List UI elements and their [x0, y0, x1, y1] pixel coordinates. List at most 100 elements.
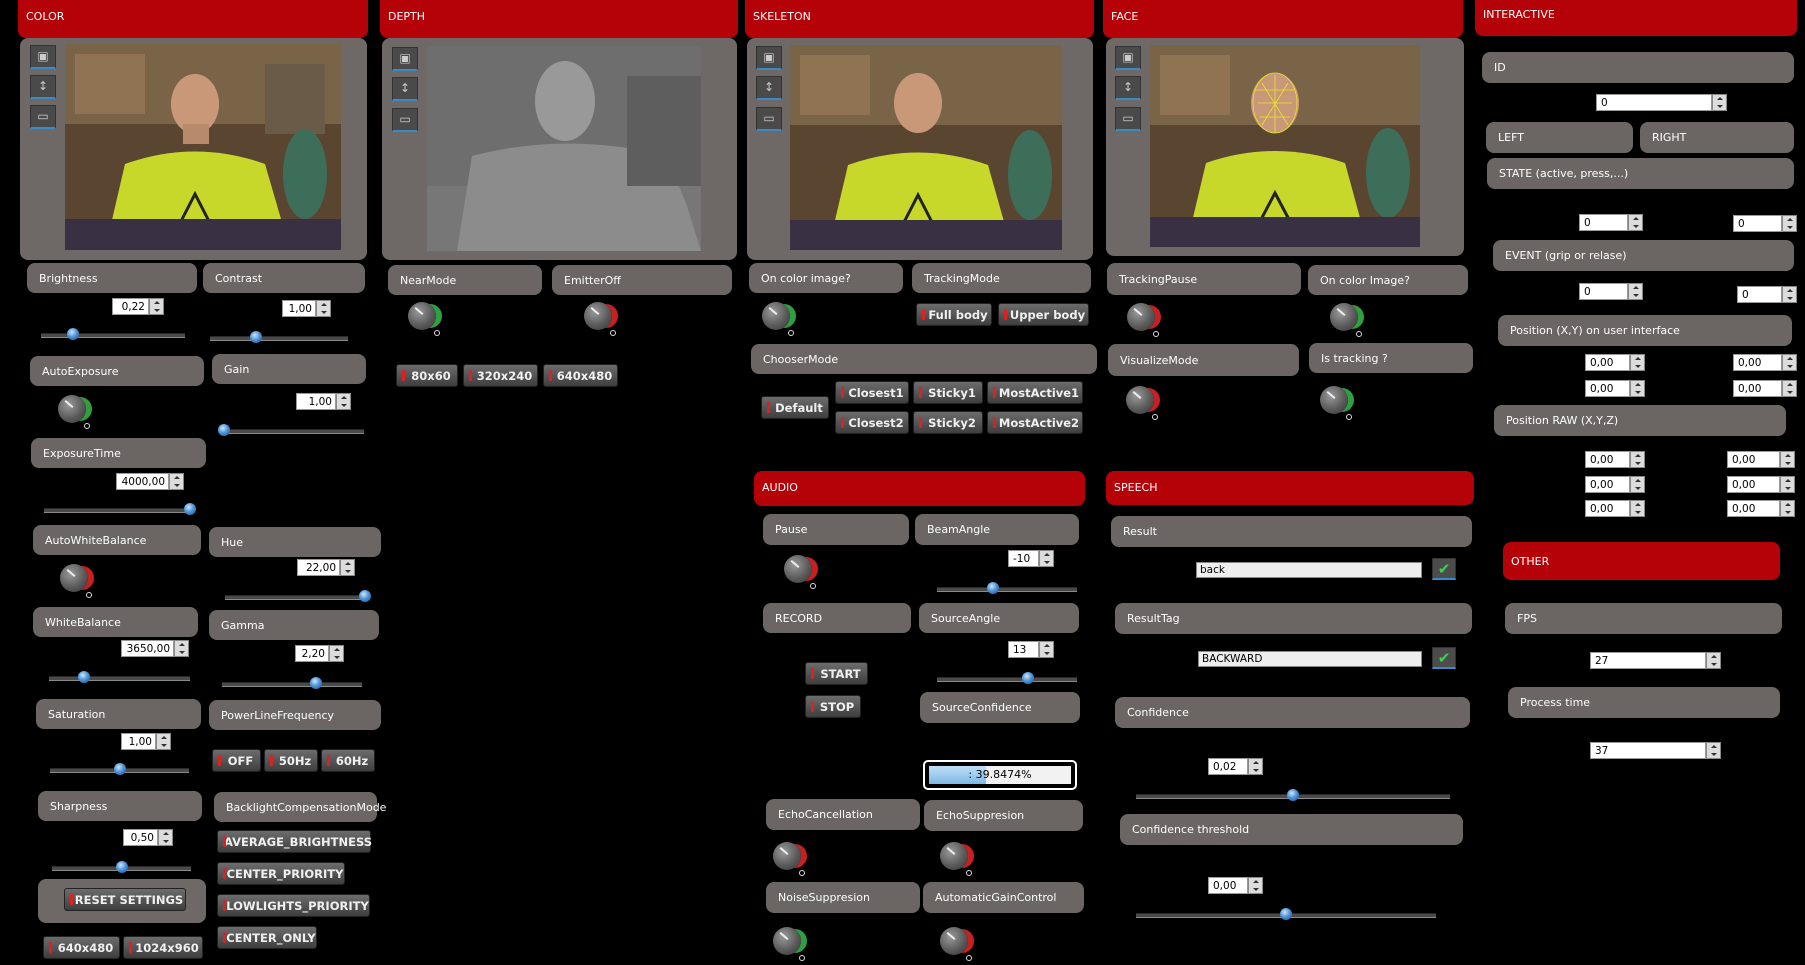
beam-angle-slider[interactable] [937, 582, 1077, 594]
full-body-button[interactable]: Full body [916, 303, 992, 326]
plf-50hz-button[interactable]: 50Hz [264, 749, 318, 772]
pos-ui-y-right-stepper[interactable]: 0,00 [1733, 380, 1797, 397]
exposure-time-value[interactable]: 4000,00 [116, 473, 169, 490]
stepper-arrows[interactable] [336, 393, 351, 410]
camera-tool-icon[interactable]: ▣ [30, 45, 56, 69]
source-angle-slider[interactable] [937, 672, 1077, 684]
resize-tool-icon[interactable]: ↕ [392, 77, 418, 101]
pos-ui-value[interactable]: 0,00 [1585, 380, 1630, 397]
backlight-lowlights-priority-button[interactable]: LOWLIGHTS_PRIORITY [217, 894, 370, 917]
slider-thumb[interactable] [1280, 908, 1292, 920]
pos-ui-x-left-stepper[interactable]: 0,00 [1585, 354, 1645, 371]
slider-thumb[interactable] [987, 582, 999, 594]
camera-tool-icon[interactable]: ▣ [392, 47, 418, 71]
pos-raw-x-right-stepper[interactable]: 0,00 [1727, 451, 1795, 468]
stop-button[interactable]: STOP [805, 695, 861, 718]
event-left-stepper[interactable]: 0 [1579, 283, 1643, 300]
stepper-arrows[interactable] [1248, 758, 1263, 775]
saturation-slider[interactable] [50, 763, 189, 775]
slider-thumb[interactable] [1287, 789, 1299, 801]
slider-thumb[interactable] [249, 331, 262, 343]
monitor-icon[interactable]: ▭ [756, 107, 782, 131]
backlight-average-brightness-button[interactable]: AVERAGE_BRIGHTNESS [217, 830, 372, 853]
plf-60hz-button[interactable]: 60Hz [321, 749, 375, 772]
upper-body-button[interactable]: Upper body [998, 303, 1089, 326]
stepper-arrows[interactable] [1782, 286, 1797, 303]
hue-slider[interactable] [225, 590, 371, 602]
event-left-value[interactable]: 0 [1579, 283, 1628, 300]
depth-res-320x240-button[interactable]: 320x240 [463, 364, 538, 387]
sharpness-stepper[interactable]: 0,50 [123, 829, 173, 846]
pos-raw-value[interactable]: 0,00 [1585, 476, 1630, 493]
white-balance-stepper[interactable]: 3650,00 [121, 640, 189, 657]
saturation-stepper[interactable]: 1,00 [121, 733, 171, 750]
gain-stepper[interactable]: 1,00 [296, 393, 351, 410]
stepper-arrows[interactable] [1782, 380, 1797, 397]
brightness-value[interactable]: 0,22 [112, 298, 149, 315]
noise-suppresion-knob[interactable] [773, 927, 805, 961]
pos-raw-x-left-stepper[interactable]: 0,00 [1585, 451, 1645, 468]
stepper-arrows[interactable] [340, 559, 355, 576]
white-balance-slider[interactable] [49, 671, 190, 683]
stepper-arrows[interactable] [1712, 94, 1727, 111]
slider-thumb[interactable] [115, 861, 128, 873]
slider-thumb[interactable] [309, 677, 322, 689]
reset-settings-button[interactable]: RESET SETTINGS [64, 888, 186, 911]
depth-res-80x60-button[interactable]: 80x60 [396, 364, 458, 387]
slider-thumb[interactable] [184, 503, 196, 515]
camera-tool-icon[interactable]: ▣ [1115, 46, 1141, 70]
fps-stepper[interactable]: 27 [1590, 652, 1721, 669]
white-balance-value[interactable]: 3650,00 [121, 640, 174, 657]
agc-knob[interactable] [940, 927, 972, 961]
stepper-arrows[interactable] [1628, 283, 1643, 300]
slider-thumb[interactable] [113, 763, 126, 775]
stepper-arrows[interactable] [1248, 877, 1263, 894]
state-right-stepper[interactable]: 0 [1733, 215, 1797, 232]
event-right-stepper[interactable]: 0 [1737, 286, 1797, 303]
near-mode-knob[interactable] [408, 302, 440, 336]
process-time-stepper[interactable]: 37 [1590, 742, 1721, 759]
resize-tool-icon[interactable]: ↕ [1115, 76, 1141, 100]
stepper-arrows[interactable] [1630, 476, 1645, 493]
speech-confidence-stepper[interactable]: 0,02 [1208, 758, 1263, 775]
confidence-threshold-slider[interactable] [1136, 908, 1436, 920]
stepper-arrows[interactable] [1630, 500, 1645, 517]
sticky1-button[interactable]: Sticky1 [913, 381, 983, 404]
hue-stepper[interactable]: 22,00 [297, 559, 355, 576]
emitter-off-knob[interactable] [584, 302, 616, 336]
stepper-arrows[interactable] [1780, 451, 1795, 468]
process-time-value[interactable]: 37 [1590, 742, 1706, 759]
gamma-stepper[interactable]: 2,20 [295, 645, 344, 662]
stepper-arrows[interactable] [1706, 742, 1721, 759]
id-stepper[interactable]: 0 [1596, 94, 1727, 111]
sticky2-button[interactable]: Sticky2 [913, 411, 983, 434]
pos-ui-x-right-stepper[interactable]: 0,00 [1733, 354, 1797, 371]
pos-ui-value[interactable]: 0,00 [1733, 380, 1782, 397]
confidence-threshold-value[interactable]: 0,00 [1208, 877, 1248, 894]
stepper-arrows[interactable] [1630, 380, 1645, 397]
monitor-icon[interactable]: ▭ [392, 108, 418, 132]
stepper-arrows[interactable] [158, 829, 173, 846]
pos-raw-value[interactable]: 0,00 [1727, 500, 1780, 517]
slider-thumb[interactable] [66, 328, 79, 340]
visualize-mode-knob[interactable] [1126, 386, 1158, 420]
event-right-value[interactable]: 0 [1737, 286, 1782, 303]
gamma-slider[interactable] [222, 677, 362, 689]
auto-exposure-knob[interactable] [58, 395, 90, 429]
beam-angle-value[interactable]: -10 [1008, 550, 1039, 567]
echo-suppresion-knob[interactable] [940, 842, 972, 876]
monitor-icon[interactable]: ▭ [30, 105, 56, 129]
closest2-button[interactable]: Closest2 [835, 411, 909, 434]
tracking-pause-knob[interactable] [1127, 303, 1159, 337]
state-left-stepper[interactable]: 0 [1579, 214, 1643, 231]
result-value[interactable]: back [1196, 562, 1422, 578]
hue-value[interactable]: 22,00 [297, 559, 340, 576]
pos-raw-y-left-stepper[interactable]: 0,00 [1585, 476, 1645, 493]
result-tag-value[interactable]: BACKWARD [1198, 651, 1422, 667]
stepper-arrows[interactable] [169, 473, 184, 490]
pos-raw-z-left-stepper[interactable]: 0,00 [1585, 500, 1645, 517]
speech-confidence-slider[interactable] [1136, 789, 1450, 801]
brightness-stepper[interactable]: 0,22 [112, 298, 164, 315]
stepper-arrows[interactable] [174, 640, 189, 657]
stepper-arrows[interactable] [1780, 500, 1795, 517]
